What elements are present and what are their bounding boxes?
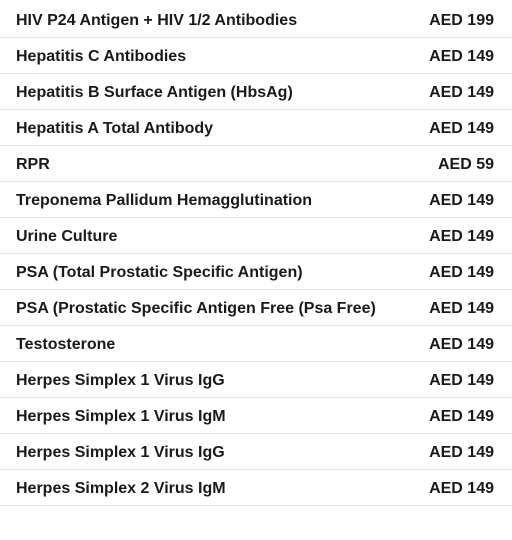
table-row: HIV P24 Antigen + HIV 1/2 Antibodies AED… (0, 0, 512, 38)
test-name: PSA (Prostatic Specific Antigen Free (Ps… (0, 289, 386, 326)
test-name: Herpes Simplex 1 Virus IgG (0, 433, 386, 470)
test-name: Testosterone (0, 325, 386, 362)
test-price: AED 199 (386, 0, 512, 38)
test-price: AED 149 (386, 469, 512, 506)
test-name: Hepatitis C Antibodies (0, 37, 386, 74)
table-row: PSA (Total Prostatic Specific Antigen) A… (0, 253, 512, 290)
test-price: AED 149 (386, 253, 512, 290)
table-row: Herpes Simplex 1 Virus IgG AED 149 (0, 361, 512, 398)
test-price: AED 149 (386, 37, 512, 74)
test-price: AED 149 (386, 361, 512, 398)
test-name: RPR (0, 145, 386, 182)
test-name: Hepatitis A Total Antibody (0, 109, 386, 146)
table-row: Hepatitis B Surface Antigen (HbsAg) AED … (0, 73, 512, 110)
table-row: Testosterone AED 149 (0, 325, 512, 362)
test-name: PSA (Total Prostatic Specific Antigen) (0, 253, 386, 290)
test-price-table: HIV P24 Antigen + HIV 1/2 Antibodies AED… (0, 0, 512, 506)
test-price: AED 149 (386, 397, 512, 434)
test-name: Urine Culture (0, 217, 386, 254)
table-row: RPR AED 59 (0, 145, 512, 182)
table-row: PSA (Prostatic Specific Antigen Free (Ps… (0, 289, 512, 326)
test-price: AED 149 (386, 73, 512, 110)
test-name: HIV P24 Antigen + HIV 1/2 Antibodies (0, 0, 386, 38)
test-price: AED 149 (386, 109, 512, 146)
table-row: Treponema Pallidum Hemagglutination AED … (0, 181, 512, 218)
test-name: Herpes Simplex 1 Virus IgG (0, 361, 386, 398)
test-price: AED 149 (386, 325, 512, 362)
test-price: AED 149 (386, 433, 512, 470)
table-row: Hepatitis A Total Antibody AED 149 (0, 109, 512, 146)
test-name: Herpes Simplex 2 Virus IgM (0, 469, 386, 506)
test-name: Treponema Pallidum Hemagglutination (0, 181, 386, 218)
test-name: Hepatitis B Surface Antigen (HbsAg) (0, 73, 386, 110)
test-price: AED 149 (386, 217, 512, 254)
table-row: Herpes Simplex 1 Virus IgM AED 149 (0, 397, 512, 434)
table-row: Hepatitis C Antibodies AED 149 (0, 37, 512, 74)
test-price: AED 149 (386, 289, 512, 326)
table-row: Herpes Simplex 2 Virus IgM AED 149 (0, 469, 512, 506)
table-row: Herpes Simplex 1 Virus IgG AED 149 (0, 433, 512, 470)
test-name: Herpes Simplex 1 Virus IgM (0, 397, 386, 434)
table-row: Urine Culture AED 149 (0, 217, 512, 254)
test-price: AED 59 (386, 145, 512, 182)
test-price: AED 149 (386, 181, 512, 218)
